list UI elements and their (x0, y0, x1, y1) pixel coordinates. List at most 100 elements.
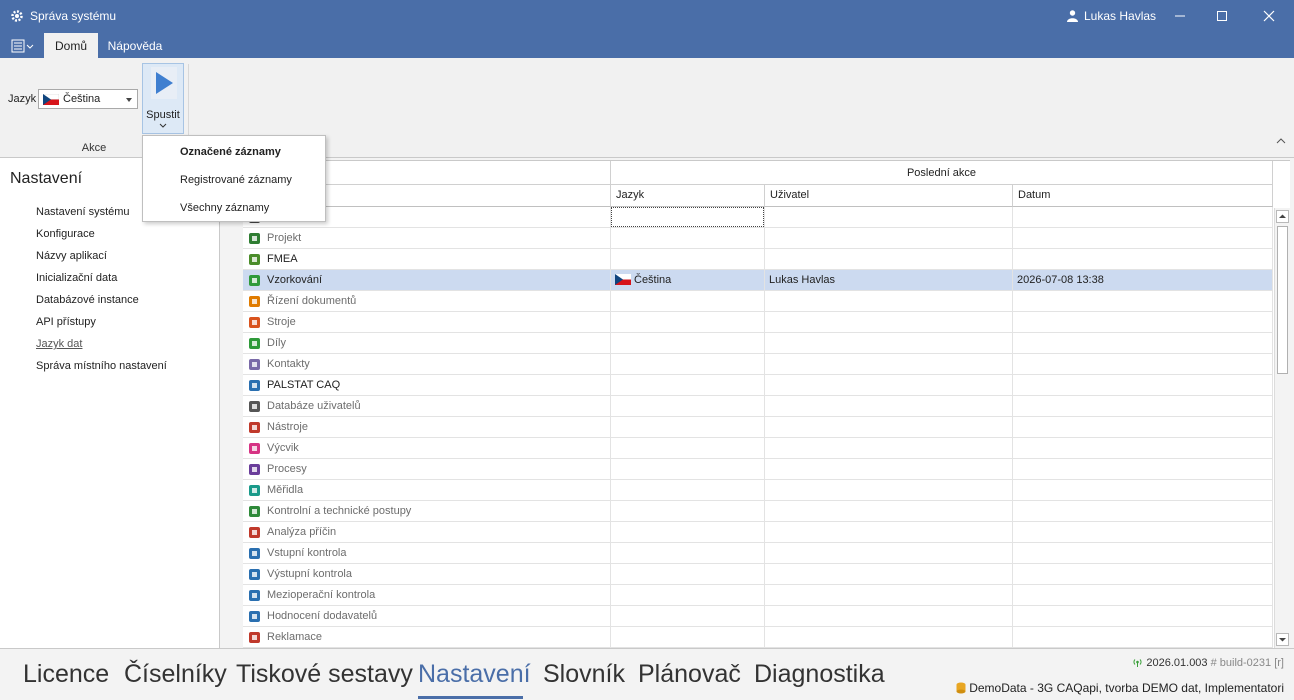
scrollbar-thumb[interactable] (1277, 226, 1288, 374)
cell-date[interactable] (1013, 375, 1273, 396)
column-header-date[interactable]: Datum (1013, 185, 1273, 207)
cell-language[interactable] (611, 291, 765, 312)
cell-date[interactable] (1013, 207, 1273, 228)
cell-application[interactable]: Projekt (243, 228, 611, 249)
cell-language[interactable]: Čeština (611, 270, 765, 291)
cell-user[interactable] (765, 543, 1013, 564)
module-tab-tiskove-sestavy[interactable]: Tiskové sestavy (236, 660, 413, 689)
cell-date[interactable] (1013, 480, 1273, 501)
cell-user[interactable] (765, 564, 1013, 585)
table-row[interactable]: Kontrolní a technické postupy (243, 501, 1273, 522)
nav-item-system-settings[interactable]: Nastavení systému (36, 206, 130, 218)
cell-date[interactable] (1013, 564, 1273, 585)
cell-language[interactable] (611, 312, 765, 333)
cell-user[interactable] (765, 291, 1013, 312)
column-header-language[interactable]: Jazyk (611, 185, 765, 207)
cell-application[interactable]: Řízení dokumentů (243, 291, 611, 312)
cell-date[interactable] (1013, 333, 1273, 354)
application-menu-button[interactable] (8, 36, 36, 56)
maximize-button[interactable] (1199, 0, 1245, 32)
cell-date[interactable] (1013, 501, 1273, 522)
cell-user[interactable]: Lukas Havlas (765, 270, 1013, 291)
cell-user[interactable] (765, 501, 1013, 522)
cell-user[interactable] (765, 396, 1013, 417)
cell-application[interactable]: Analýza příčin (243, 522, 611, 543)
cell-application[interactable]: Hodnocení dodavatelů (243, 606, 611, 627)
language-select[interactable]: Čeština (38, 89, 138, 109)
nav-item-app-names[interactable]: Názvy aplikací (36, 250, 107, 262)
current-user[interactable]: Lukas Havlas (1084, 9, 1156, 23)
table-row[interactable]: PALSTAT CAQ (243, 375, 1273, 396)
table-row[interactable]: Stroje (243, 312, 1273, 333)
cell-date[interactable] (1013, 312, 1273, 333)
module-tab-nastaveni[interactable]: Nastavení (418, 660, 531, 689)
cell-application[interactable]: Výstupní kontrola (243, 564, 611, 585)
cell-user[interactable] (765, 480, 1013, 501)
cell-application[interactable]: Vzorkování (243, 270, 611, 291)
cell-date[interactable] (1013, 249, 1273, 270)
cell-language[interactable] (611, 564, 765, 585)
table-row[interactable]: Hodnocení dodavatelů (243, 606, 1273, 627)
cell-language[interactable] (611, 606, 765, 627)
database-info[interactable]: DemoData - 3G CAQapi, tvorba DEMO dat, I… (956, 681, 1284, 695)
cell-date[interactable] (1013, 543, 1273, 564)
table-row[interactable]: Nástroje (243, 417, 1273, 438)
table-row[interactable]: Kontakty (243, 354, 1273, 375)
cell-language[interactable] (611, 501, 765, 522)
cell-application[interactable]: Mezioperační kontrola (243, 585, 611, 606)
scroll-down-button[interactable] (1276, 633, 1289, 646)
cell-language[interactable] (611, 543, 765, 564)
table-row[interactable]: Mezioperační kontrola (243, 585, 1273, 606)
table-row[interactable]: Vzorkování Čeština Lukas Havlas 2026-07-08 … (243, 270, 1273, 291)
tab-domu[interactable]: Domů (44, 33, 98, 58)
cell-user[interactable] (765, 312, 1013, 333)
cell-application[interactable]: Nástroje (243, 417, 611, 438)
table-row[interactable]: Analýza příčin (243, 522, 1273, 543)
cell-date[interactable]: 2026-07-08 13:38 (1013, 270, 1273, 291)
module-tab-ciselniky[interactable]: Číselníky (124, 660, 227, 689)
menu-item-marked-records[interactable]: Označené záznamy (180, 146, 281, 158)
cell-language[interactable] (611, 480, 765, 501)
cell-language[interactable] (611, 417, 765, 438)
cell-user[interactable] (765, 438, 1013, 459)
cell-application[interactable]: Díly (243, 333, 611, 354)
nav-item-api-access[interactable]: API přístupy (36, 316, 96, 328)
table-row[interactable]: Projekt (243, 228, 1273, 249)
cell-application[interactable]: Výcvik (243, 438, 611, 459)
module-tab-licence[interactable]: Licence (23, 660, 109, 689)
cell-date[interactable] (1013, 606, 1273, 627)
cell-date[interactable] (1013, 291, 1273, 312)
cell-language[interactable] (611, 354, 765, 375)
cell-user[interactable] (765, 459, 1013, 480)
close-button[interactable] (1246, 0, 1292, 32)
cell-application[interactable]: Procesy (243, 459, 611, 480)
cell-user[interactable] (765, 354, 1013, 375)
nav-item-configuration[interactable]: Konfigurace (36, 228, 95, 240)
scroll-up-button[interactable] (1276, 210, 1289, 223)
cell-date[interactable] (1013, 627, 1273, 648)
table-row[interactable]: Procesy (243, 459, 1273, 480)
cell-user[interactable] (765, 417, 1013, 438)
cell-user[interactable] (765, 627, 1013, 648)
cell-language[interactable] (611, 333, 765, 354)
table-row[interactable]: Řízení dokumentů (243, 291, 1273, 312)
table-row[interactable] (243, 207, 1273, 228)
cell-date[interactable] (1013, 354, 1273, 375)
column-header-user[interactable]: Uživatel (765, 185, 1013, 207)
cell-application[interactable]: PALSTAT CAQ (243, 375, 611, 396)
cell-language[interactable] (611, 459, 765, 480)
cell-language[interactable] (611, 627, 765, 648)
cell-application[interactable]: Reklamace (243, 627, 611, 648)
nav-item-data-language[interactable]: Jazyk dat (36, 338, 82, 350)
cell-user[interactable] (765, 522, 1013, 543)
cell-date[interactable] (1013, 228, 1273, 249)
module-tab-slovnik[interactable]: Slovník (543, 660, 625, 689)
cell-user[interactable] (765, 375, 1013, 396)
table-row[interactable]: Měřidla (243, 480, 1273, 501)
cell-user[interactable] (765, 228, 1013, 249)
nav-item-db-instances[interactable]: Databázové instance (36, 294, 139, 306)
cell-user[interactable] (765, 585, 1013, 606)
cell-application[interactable]: Vstupní kontrola (243, 543, 611, 564)
run-button[interactable]: Spustit (142, 63, 184, 134)
collapse-ribbon-icon[interactable] (1276, 138, 1286, 144)
